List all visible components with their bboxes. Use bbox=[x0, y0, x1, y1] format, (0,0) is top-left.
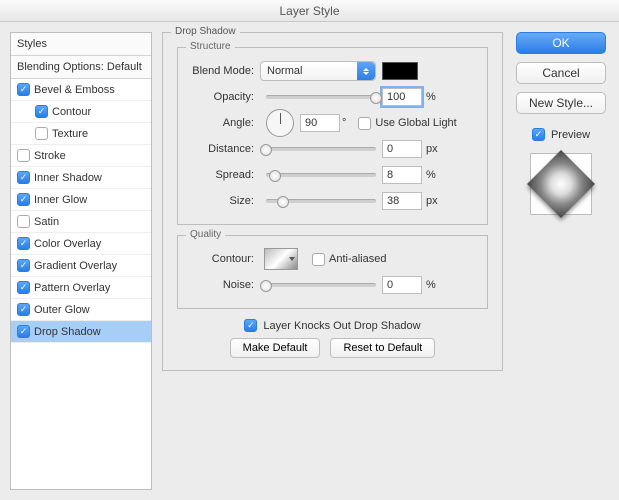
use-global-light-label: Use Global Light bbox=[375, 117, 456, 129]
reset-default-button[interactable]: Reset to Default bbox=[330, 338, 435, 358]
size-unit: px bbox=[426, 195, 438, 207]
sidebar-checkbox[interactable] bbox=[17, 149, 30, 162]
size-input[interactable]: 38 bbox=[382, 192, 422, 210]
size-label: Size: bbox=[188, 195, 260, 207]
contour-picker[interactable] bbox=[264, 248, 298, 270]
drop-shadow-group: Drop Shadow Structure Blend Mode: Normal… bbox=[162, 32, 503, 371]
sidebar-checkbox[interactable] bbox=[17, 83, 30, 96]
quality-title: Quality bbox=[186, 229, 225, 240]
sidebar-item-label: Color Overlay bbox=[34, 238, 101, 250]
sidebar-item-label: Drop Shadow bbox=[34, 326, 101, 338]
shadow-color-swatch[interactable] bbox=[382, 62, 418, 80]
window-title: Layer Style bbox=[0, 0, 619, 22]
anti-aliased-checkbox[interactable] bbox=[312, 253, 325, 266]
angle-dial[interactable] bbox=[266, 109, 294, 137]
sidebar-item-label: Satin bbox=[34, 216, 59, 228]
sidebar-item-satin[interactable]: Satin bbox=[11, 211, 151, 233]
spread-label: Spread: bbox=[188, 169, 260, 181]
noise-input[interactable]: 0 bbox=[382, 276, 422, 294]
blend-mode-value: Normal bbox=[267, 65, 302, 77]
make-default-button[interactable]: Make Default bbox=[230, 338, 321, 358]
sidebar-item-gradient-overlay[interactable]: Gradient Overlay bbox=[11, 255, 151, 277]
anti-aliased-label: Anti-aliased bbox=[329, 253, 386, 265]
sidebar-item-drop-shadow[interactable]: Drop Shadow bbox=[11, 321, 151, 343]
contour-label: Contour: bbox=[188, 253, 260, 265]
action-column: OK Cancel New Style... Preview bbox=[513, 32, 609, 490]
distance-slider[interactable] bbox=[266, 147, 376, 151]
opacity-slider[interactable] bbox=[266, 95, 376, 99]
sidebar-item-color-overlay[interactable]: Color Overlay bbox=[11, 233, 151, 255]
sidebar-item-bevel-emboss[interactable]: Bevel & Emboss bbox=[11, 79, 151, 101]
sidebar-item-label: Inner Glow bbox=[34, 194, 87, 206]
sidebar-item-pattern-overlay[interactable]: Pattern Overlay bbox=[11, 277, 151, 299]
sidebar-item-label: Inner Shadow bbox=[34, 172, 102, 184]
spread-input[interactable]: 8 bbox=[382, 166, 422, 184]
sidebar-header-styles[interactable]: Styles bbox=[11, 33, 151, 56]
size-slider[interactable] bbox=[266, 199, 376, 203]
sidebar-item-label: Texture bbox=[52, 128, 88, 140]
sidebar-item-inner-shadow[interactable]: Inner Shadow bbox=[11, 167, 151, 189]
select-arrows-icon bbox=[357, 62, 375, 80]
blend-mode-label: Blend Mode: bbox=[188, 65, 260, 77]
structure-subgroup: Structure Blend Mode: Normal Opacity: 10… bbox=[177, 47, 488, 225]
spread-slider[interactable] bbox=[266, 173, 376, 177]
sidebar-item-label: Outer Glow bbox=[34, 304, 90, 316]
ok-button[interactable]: OK bbox=[516, 32, 606, 54]
spread-unit: % bbox=[426, 169, 436, 181]
noise-label: Noise: bbox=[188, 279, 260, 291]
distance-unit: px bbox=[426, 143, 438, 155]
sidebar-checkbox[interactable] bbox=[35, 127, 48, 140]
sidebar-item-stroke[interactable]: Stroke bbox=[11, 145, 151, 167]
sidebar-item-label: Pattern Overlay bbox=[34, 282, 110, 294]
preview-label: Preview bbox=[551, 129, 590, 141]
sidebar-item-contour[interactable]: Contour bbox=[11, 101, 151, 123]
sidebar-item-inner-glow[interactable]: Inner Glow bbox=[11, 189, 151, 211]
sidebar-checkbox[interactable] bbox=[35, 105, 48, 118]
sidebar-item-label: Stroke bbox=[34, 150, 66, 162]
styles-sidebar: Styles Blending Options: Default Bevel &… bbox=[10, 32, 152, 490]
sidebar-item-label: Contour bbox=[52, 106, 91, 118]
preview-thumbnail bbox=[527, 150, 595, 218]
knockout-label: Layer Knocks Out Drop Shadow bbox=[263, 320, 420, 332]
sidebar-checkbox[interactable] bbox=[17, 237, 30, 250]
use-global-light-checkbox[interactable] bbox=[358, 117, 371, 130]
sidebar-checkbox[interactable] bbox=[17, 281, 30, 294]
preview-checkbox[interactable] bbox=[532, 128, 545, 141]
sidebar-item-label: Bevel & Emboss bbox=[34, 84, 115, 96]
angle-unit: ° bbox=[342, 117, 346, 129]
sidebar-item-outer-glow[interactable]: Outer Glow bbox=[11, 299, 151, 321]
sidebar-header-blending[interactable]: Blending Options: Default bbox=[11, 56, 151, 79]
sidebar-item-texture[interactable]: Texture bbox=[11, 123, 151, 145]
opacity-label: Opacity: bbox=[188, 91, 260, 103]
sidebar-checkbox[interactable] bbox=[17, 325, 30, 338]
group-title: Drop Shadow bbox=[171, 26, 240, 37]
sidebar-checkbox[interactable] bbox=[17, 303, 30, 316]
noise-unit: % bbox=[426, 279, 436, 291]
sidebar-checkbox[interactable] bbox=[17, 215, 30, 228]
new-style-button[interactable]: New Style... bbox=[516, 92, 606, 114]
knockout-checkbox[interactable] bbox=[244, 319, 257, 332]
distance-label: Distance: bbox=[188, 143, 260, 155]
distance-input[interactable]: 0 bbox=[382, 140, 422, 158]
sidebar-item-label: Gradient Overlay bbox=[34, 260, 117, 272]
preview-box bbox=[530, 153, 592, 215]
angle-label: Angle: bbox=[188, 117, 260, 129]
opacity-unit: % bbox=[426, 91, 436, 103]
quality-subgroup: Quality Contour: Anti-aliased Noise: 0 % bbox=[177, 235, 488, 309]
sidebar-checkbox[interactable] bbox=[17, 193, 30, 206]
cancel-button[interactable]: Cancel bbox=[516, 62, 606, 84]
opacity-input[interactable]: 100 bbox=[382, 88, 422, 106]
sidebar-checkbox[interactable] bbox=[17, 259, 30, 272]
structure-title: Structure bbox=[186, 41, 235, 52]
noise-slider[interactable] bbox=[266, 283, 376, 287]
sidebar-checkbox[interactable] bbox=[17, 171, 30, 184]
blend-mode-select[interactable]: Normal bbox=[260, 61, 376, 81]
angle-input[interactable]: 90 bbox=[300, 114, 340, 132]
